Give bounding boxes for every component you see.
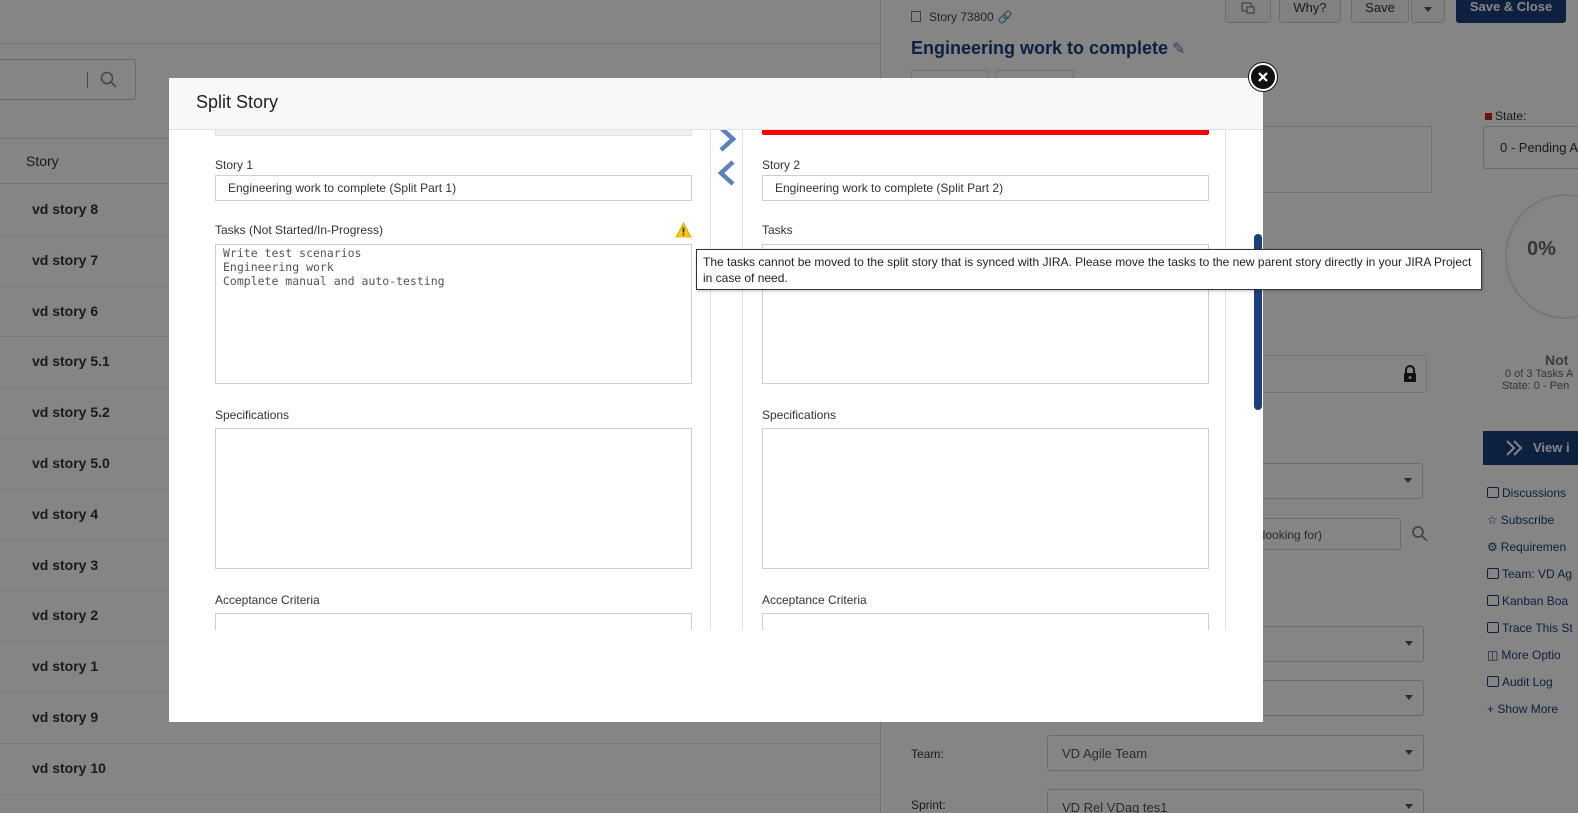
dialog-title: Split Story (196, 92, 279, 112)
story-2-label: Story 2 (762, 158, 801, 172)
story-1-tasks-list[interactable]: Write test scenarios Engineering work Co… (215, 244, 692, 384)
scrolled-field (215, 130, 692, 136)
error-bar (762, 130, 1209, 135)
jira-sync-tooltip: The tasks cannot be moved to the split s… (696, 249, 1482, 290)
story-2-specifications-field[interactable] (762, 428, 1209, 569)
dialog-footer (169, 630, 1263, 722)
task-item[interactable]: Complete manual and auto-testing (223, 274, 445, 288)
task-item[interactable]: Write test scenarios (223, 246, 445, 260)
close-dialog-button[interactable] (1249, 63, 1277, 91)
dialog-body: Story 1 Engineering work to complete (Sp… (169, 130, 1263, 630)
warning-icon[interactable] (675, 222, 692, 238)
dialog-header: Split Story (169, 78, 1263, 130)
move-right-arrow-icon[interactable] (715, 130, 739, 154)
story-2-tasks-label: Tasks (762, 223, 793, 237)
story-1-specifications-field[interactable] (215, 428, 692, 569)
story-2-specifications-label: Specifications (762, 408, 837, 422)
story-1-tasks-label: Tasks (Not Started/In-Progress) (215, 223, 384, 237)
story-2-name-input[interactable]: Engineering work to complete (Split Part… (762, 175, 1209, 201)
task-item[interactable]: Engineering work (223, 260, 445, 274)
story-1-acceptance-label: Acceptance Criteria (215, 593, 320, 607)
story-2-acceptance-label: Acceptance Criteria (762, 593, 867, 607)
story-2-acceptance-field[interactable] (762, 613, 1209, 630)
story-1-label: Story 1 (215, 158, 254, 172)
story-1-acceptance-field[interactable] (215, 613, 692, 630)
split-story-dialog: Split Story Story 1 Engineering work to … (169, 78, 1263, 722)
story-2-column: Story 2 Engineering work to complete (Sp… (742, 130, 1226, 630)
story-1-specifications-label: Specifications (215, 408, 290, 422)
close-icon (1258, 72, 1268, 82)
story-1-column: Story 1 Engineering work to complete (Sp… (169, 130, 711, 630)
tasks-list: Write test scenarios Engineering work Co… (223, 246, 445, 288)
move-left-arrow-icon[interactable] (715, 158, 739, 188)
story-1-name-input[interactable]: Engineering work to complete (Split Part… (215, 175, 692, 201)
